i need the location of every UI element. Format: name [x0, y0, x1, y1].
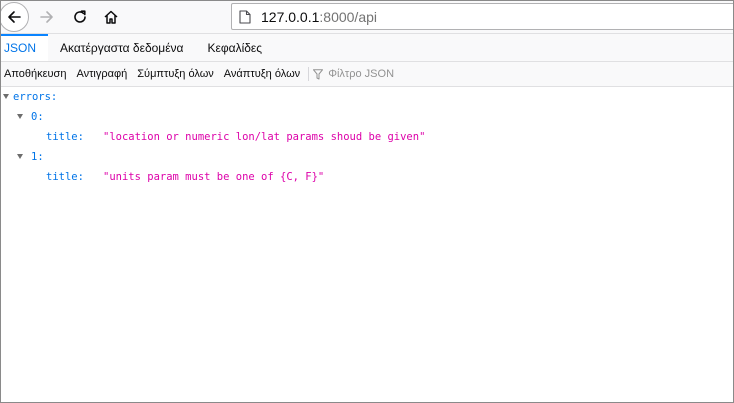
- tree-row-errors[interactable]: errors:: [1, 87, 733, 107]
- tree-string-value: "units param must be one of {C, F}": [103, 171, 325, 183]
- save-button[interactable]: Αποθήκευση: [1, 68, 71, 80]
- tab-json[interactable]: JSON: [1, 34, 49, 61]
- tree-row-index-1[interactable]: 1:: [1, 147, 733, 167]
- forward-button[interactable]: [35, 5, 59, 29]
- tree-row-index-0[interactable]: 0:: [1, 107, 733, 127]
- viewer-tabbar: JSON Ακατέργαστα δεδομένα Κεφαλίδες: [1, 34, 733, 62]
- filter-json-input[interactable]: Φίλτρο JSON: [313, 68, 394, 80]
- url-bar[interactable]: 127.0.0.1:8000/api: [231, 3, 733, 30]
- tab-headers[interactable]: Κεφαλίδες: [196, 34, 275, 61]
- url-path: :8000/api: [319, 8, 377, 25]
- funnel-icon: [313, 68, 325, 80]
- expand-toggle-icon[interactable]: [17, 154, 23, 159]
- expand-toggle-icon[interactable]: [17, 114, 23, 119]
- expand-toggle-icon[interactable]: [3, 94, 9, 99]
- tree-key: 1:: [31, 151, 44, 163]
- tree-key: title:: [46, 131, 84, 143]
- reload-icon: [74, 10, 86, 23]
- collapse-all-button[interactable]: Σύμπτυξη όλων: [132, 68, 219, 80]
- toolbar-divider: [308, 67, 310, 81]
- json-toolbar: Αποθήκευση Αντιγραφή Σύμπτυξη όλων Ανάπτ…: [1, 62, 733, 87]
- filter-placeholder: Φίλτρο JSON: [328, 68, 395, 80]
- tree-key: title:: [46, 171, 84, 183]
- tab-raw-data[interactable]: Ακατέργαστα δεδομένα: [48, 34, 195, 61]
- page-icon: [238, 9, 252, 24]
- reload-button[interactable]: [68, 5, 92, 29]
- tree-row-title-1[interactable]: title: "units param must be one of {C, F…: [1, 167, 733, 187]
- tree-string-value: "location or numeric lon/lat params shou…: [103, 131, 426, 143]
- url-host: 127.0.0.1: [261, 8, 320, 25]
- home-icon: [104, 10, 118, 24]
- tree-key: errors:: [13, 91, 58, 103]
- back-arrow-icon: [8, 11, 21, 23]
- home-button[interactable]: [99, 5, 123, 29]
- browser-window: 127.0.0.1:8000/api JSON Ακατέργαστα δεδο…: [0, 0, 734, 403]
- back-button[interactable]: [1, 2, 29, 32]
- forward-arrow-icon: [40, 11, 53, 23]
- expand-all-button[interactable]: Ανάπτυξη όλων: [219, 68, 305, 80]
- copy-button[interactable]: Αντιγραφή: [71, 68, 132, 80]
- url-text: 127.0.0.1:8000/api: [261, 9, 377, 25]
- tree-key: 0:: [31, 111, 44, 123]
- navigation-bar: 127.0.0.1:8000/api: [1, 1, 733, 34]
- json-tree: errors: 0: title: "location or numeric l…: [1, 87, 733, 187]
- tree-row-title-0[interactable]: title: "location or numeric lon/lat para…: [1, 127, 733, 147]
